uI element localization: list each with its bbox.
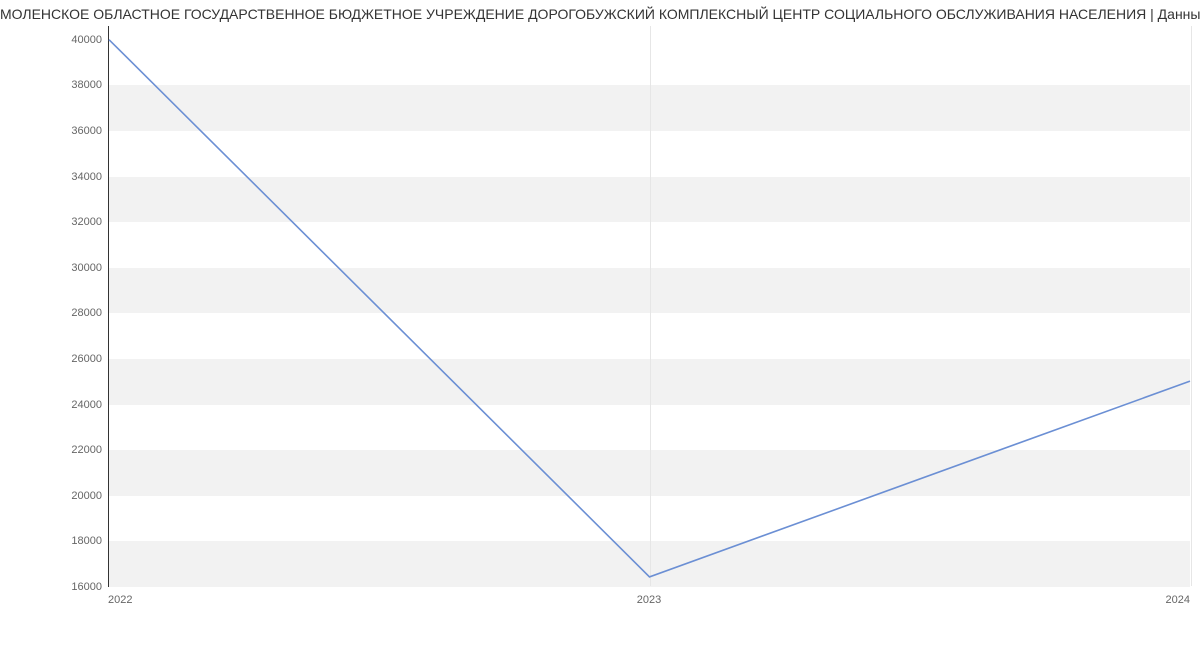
y-axis-tick: 38000 [71, 79, 102, 91]
y-axis-tick: 26000 [71, 353, 102, 365]
y-axis-tick: 18000 [71, 535, 102, 547]
x-axis-tick: 2023 [637, 594, 661, 606]
y-axis-tick: 24000 [71, 399, 102, 411]
y-axis-tick: 28000 [71, 307, 102, 319]
y-axis-tick: 30000 [71, 262, 102, 274]
y-axis-tick: 20000 [71, 490, 102, 502]
y-axis-tick: 34000 [71, 171, 102, 183]
x-axis-tick: 2024 [1166, 594, 1190, 606]
x-axis-tick: 2022 [108, 594, 132, 606]
y-axis-tick: 36000 [71, 125, 102, 137]
y-axis-tick: 40000 [71, 34, 102, 46]
y-axis-tick: 32000 [71, 216, 102, 228]
data-line [109, 40, 1190, 577]
y-axis-tick: 22000 [71, 444, 102, 456]
plot-area [108, 26, 1190, 587]
grid-line-vertical [1191, 26, 1192, 586]
y-axis-tick: 16000 [71, 581, 102, 593]
chart-title: МОЛЕНСКОЕ ОБЛАСТНОЕ ГОСУДАРСТВЕННОЕ БЮДЖ… [0, 6, 1200, 22]
